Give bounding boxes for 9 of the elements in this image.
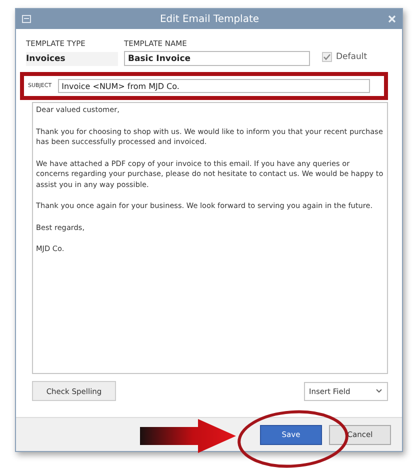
template-type-value: Invoices	[26, 52, 118, 66]
chevron-down-icon	[376, 389, 382, 393]
template-name-field[interactable]: Basic Invoice	[124, 51, 310, 66]
close-icon[interactable]	[388, 15, 396, 23]
default-label: Default	[336, 52, 368, 62]
subject-field[interactable]: Invoice <NUM> from MJD Co.	[58, 79, 370, 93]
message-body-field[interactable]	[32, 102, 388, 374]
window-title: Edit Email Template	[158, 14, 260, 24]
window-menu-icon[interactable]	[22, 15, 31, 23]
